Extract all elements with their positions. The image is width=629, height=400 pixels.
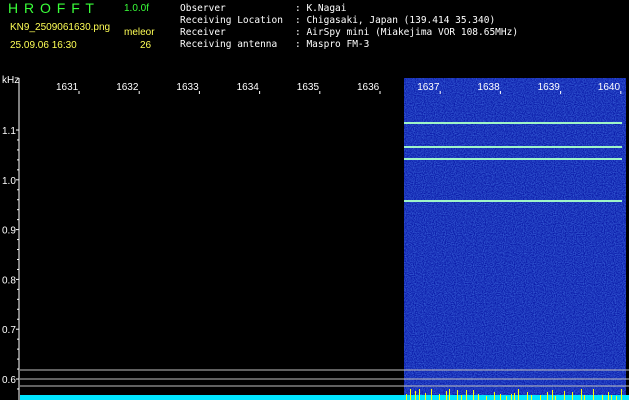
detection-marker <box>406 394 407 400</box>
bottom-status-bar <box>20 395 629 400</box>
y-tick-label: 0.8 <box>2 275 16 286</box>
detection-marker <box>552 390 553 400</box>
detection-marker <box>616 396 617 400</box>
detection-marker <box>478 394 479 400</box>
y-tick-label: 1.0 <box>2 176 16 187</box>
x-tick-label: 1639 <box>538 82 561 93</box>
detection-marker <box>584 395 585 400</box>
detection-marker <box>449 389 450 400</box>
detection-marker <box>527 392 528 400</box>
detection-marker <box>506 396 507 400</box>
detection-marker <box>572 392 573 400</box>
x-tick-label: 1637 <box>417 82 440 93</box>
detection-marker <box>531 395 532 400</box>
detection-marker <box>621 389 622 400</box>
detection-marker <box>439 394 440 400</box>
detection-marker <box>461 395 462 400</box>
x-tick-label: 1632 <box>116 82 139 93</box>
x-tick-label: 1635 <box>297 82 320 93</box>
x-tick-label: 1638 <box>477 82 500 93</box>
detection-marker <box>547 392 548 400</box>
spectrogram-plot: kHz 1.1 1.0 0.9 0.8 0.7 0.6 1631 1632 1633 1634 1… <box>2 75 629 400</box>
y-unit-label: kHz <box>2 75 19 86</box>
detection-marker <box>415 391 416 400</box>
y-tick-label: 1.1 <box>2 126 16 137</box>
y-tick-label: 0.9 <box>2 226 16 237</box>
detection-marker <box>514 393 515 400</box>
detection-marker <box>473 390 474 400</box>
y-tick-label: 0.7 <box>2 325 16 336</box>
x-tick-label: 1636 <box>357 82 380 93</box>
x-tick-label: 1640 <box>598 82 621 93</box>
detection-marker <box>494 392 495 400</box>
detection-marker <box>581 389 582 400</box>
detection-marker <box>518 389 519 400</box>
detection-marker <box>410 389 411 400</box>
detection-marker <box>457 390 458 400</box>
x-tick-label: 1631 <box>56 82 79 93</box>
detection-marker <box>466 390 467 400</box>
x-tick-label: 1634 <box>237 82 260 93</box>
detection-marker <box>611 395 612 400</box>
detection-marker <box>431 389 432 400</box>
detection-marker <box>593 389 594 400</box>
detection-marker <box>425 393 426 400</box>
detection-marker <box>608 392 609 400</box>
detection-marker <box>446 391 447 400</box>
detection-marker <box>511 394 512 400</box>
y-ticks: 1.1 1.0 0.9 0.8 0.7 0.6 <box>2 126 19 390</box>
detection-marker <box>500 394 501 400</box>
x-tick-label: 1633 <box>176 82 199 93</box>
detection-marker <box>602 395 603 400</box>
detection-marker <box>540 395 541 400</box>
y-tick-label: 0.6 <box>2 375 16 386</box>
detection-marker <box>564 391 565 400</box>
detection-marker <box>486 396 487 400</box>
waterfall-noise <box>404 78 626 400</box>
detection-marker <box>419 389 420 400</box>
hroft-window: H R O F F T 1.0.0f KN9_2509061630.png me… <box>0 0 629 400</box>
detection-marker <box>555 396 556 400</box>
